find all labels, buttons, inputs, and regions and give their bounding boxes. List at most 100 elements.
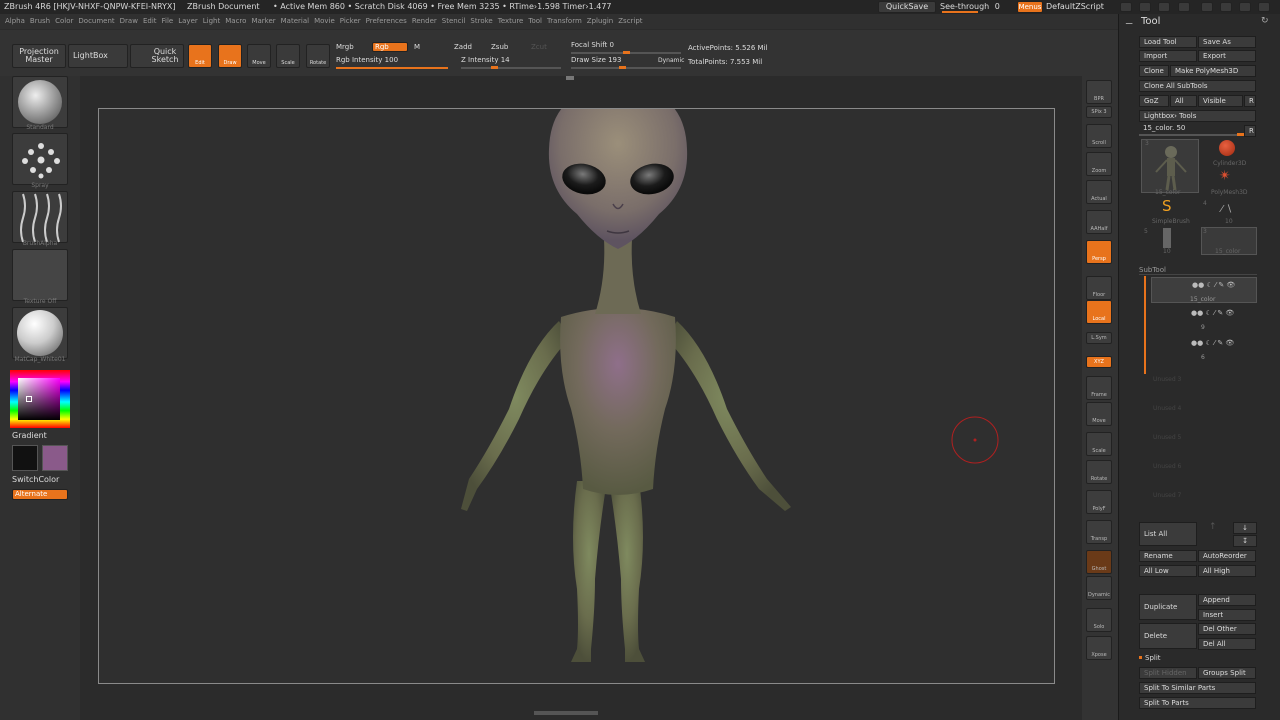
maximize-icon[interactable] — [1239, 2, 1251, 12]
shelf-solo[interactable]: Solo — [1086, 608, 1112, 632]
menu-layer[interactable]: Layer — [178, 17, 198, 25]
projection-master-button[interactable]: Projection Master — [12, 44, 66, 68]
shelf-aahalf[interactable]: AAHalf — [1086, 210, 1112, 234]
restore-icon[interactable] — [1220, 2, 1232, 12]
main-color-swatch[interactable] — [12, 445, 38, 471]
secondary-color-swatch[interactable] — [42, 445, 68, 471]
shelf-move[interactable]: Move — [1086, 402, 1112, 426]
subtool-1-toggles-icon[interactable]: ●● ☾ ⁄ ✎ 👁 — [1192, 281, 1235, 289]
shelf-xyz[interactable]: XYZ — [1086, 356, 1112, 368]
shelf-scroll[interactable]: Scroll — [1086, 124, 1112, 148]
import-button[interactable]: Import — [1139, 50, 1197, 62]
texture-thumb[interactable] — [12, 249, 68, 301]
simplebrush-icon[interactable]: S — [1162, 199, 1172, 214]
all-button[interactable]: All — [1170, 95, 1197, 107]
edit-button[interactable]: Edit — [188, 44, 212, 68]
zsub-button[interactable]: Zsub — [491, 43, 508, 51]
shelf-dynamic[interactable]: Dynamic — [1086, 576, 1112, 600]
move-button[interactable]: Move — [247, 44, 271, 68]
color-picker[interactable] — [10, 370, 70, 428]
document-canvas[interactable] — [98, 87, 1056, 685]
append-button[interactable]: Append — [1198, 594, 1256, 606]
split-hidden-button[interactable]: Split Hidden — [1139, 667, 1197, 679]
arrow-up-icon[interactable]: ↑ — [1209, 522, 1217, 532]
menu-marker[interactable]: Marker — [251, 17, 275, 25]
focal-shift-slider[interactable] — [571, 51, 681, 54]
load-tool-button[interactable]: Load Tool — [1139, 36, 1197, 48]
subtool-scrollbar[interactable] — [1144, 276, 1146, 374]
menu-brush[interactable]: Brush — [30, 17, 50, 25]
ui-color-icon[interactable] — [1158, 2, 1170, 12]
rgb-intensity-slider[interactable] — [336, 67, 448, 69]
refresh-icon[interactable]: ↻ — [1261, 16, 1269, 26]
brush-thumb[interactable] — [12, 76, 68, 128]
menu-transform[interactable]: Transform — [547, 17, 582, 25]
layout-icon[interactable] — [1139, 2, 1151, 12]
z-intensity-slider[interactable] — [461, 66, 561, 69]
menu-zplugin[interactable]: Zplugin — [587, 17, 613, 25]
list-all-button[interactable]: List All — [1139, 522, 1197, 546]
m-button[interactable]: M — [414, 43, 420, 51]
alpha-thumb[interactable] — [12, 191, 68, 243]
menu-edit[interactable]: Edit — [143, 17, 157, 25]
subtool-3-toggles-icon[interactable]: ●● ☾ ⁄ ✎ 👁 — [1191, 339, 1234, 347]
menu-zscript[interactable]: Zscript — [618, 17, 642, 25]
subtool-item-1[interactable]: ●● ☾ ⁄ ✎ 👁 15_color — [1151, 277, 1257, 303]
menu-preferences[interactable]: Preferences — [366, 17, 407, 25]
quick-sketch-button[interactable]: Quick Sketch — [130, 44, 184, 68]
shelf-transp[interactable]: Transp — [1086, 520, 1112, 544]
delete-button[interactable]: Delete — [1139, 623, 1197, 649]
save-as-button[interactable]: Save As — [1198, 36, 1256, 48]
arrow-down-end-icon[interactable]: ↧ — [1233, 535, 1257, 547]
viewport-bottom-handle[interactable] — [534, 711, 598, 715]
all-low-button[interactable]: All Low — [1139, 565, 1197, 577]
lightbox-button[interactable]: LightBox — [68, 44, 128, 68]
r-button-2[interactable]: R — [1244, 125, 1256, 137]
shelf-actual[interactable]: Actual — [1086, 180, 1112, 204]
menu-file[interactable]: File — [162, 17, 174, 25]
shelf-rotate[interactable]: Rotate — [1086, 460, 1112, 484]
visible-button[interactable]: Visible — [1198, 95, 1243, 107]
split-to-parts-button[interactable]: Split To Parts — [1139, 697, 1256, 709]
menu-document[interactable]: Document — [78, 17, 114, 25]
autoreorder-button[interactable]: AutoReorder — [1198, 550, 1256, 562]
lightbox-tools-button[interactable]: Lightbox› Tools — [1139, 110, 1256, 122]
shelf-zoom[interactable]: Zoom — [1086, 152, 1112, 176]
arrow-down-icon[interactable]: ↓ — [1233, 522, 1257, 534]
dynamic-toggle[interactable]: Dynamic — [658, 57, 684, 64]
r-button[interactable]: R — [1244, 95, 1256, 107]
rotate-button[interactable]: Rotate — [306, 44, 330, 68]
menu-alpha[interactable]: Alpha — [5, 17, 25, 25]
goz-button[interactable]: GoZ — [1139, 95, 1169, 107]
duplicate-button[interactable]: Duplicate — [1139, 594, 1197, 620]
gradient-label[interactable]: Gradient — [12, 431, 47, 440]
viewport-top-handle[interactable] — [566, 76, 574, 80]
clone-all-subtools-button[interactable]: Clone All SubTools — [1139, 80, 1256, 92]
menus-toggle[interactable]: Menus — [1017, 1, 1043, 13]
minimize-icon[interactable] — [1201, 2, 1213, 12]
menu-tool[interactable]: Tool — [528, 17, 542, 25]
legs-thumb-icon[interactable] — [1163, 228, 1171, 248]
menu-stencil[interactable]: Stencil — [442, 17, 466, 25]
menu-picker[interactable]: Picker — [340, 17, 361, 25]
mrgb-button[interactable]: Mrgb — [336, 43, 354, 51]
polymesh3d-icon[interactable]: ✴ — [1219, 169, 1231, 183]
alternate-button[interactable]: Alternate — [12, 489, 68, 500]
del-other-button[interactable]: Del Other — [1198, 623, 1256, 635]
color-picker-cursor[interactable] — [26, 396, 32, 402]
alien-model[interactable] — [99, 87, 1056, 685]
rgb-button[interactable]: Rgb — [372, 42, 408, 52]
cylinder3d-icon[interactable] — [1219, 140, 1235, 156]
pin-icon[interactable]: ⚊ — [1125, 17, 1133, 27]
menu-stroke[interactable]: Stroke — [470, 17, 492, 25]
material-thumb[interactable] — [12, 307, 68, 359]
scale-button[interactable]: Scale — [276, 44, 300, 68]
menu-draw[interactable]: Draw — [120, 17, 138, 25]
shelf-frame[interactable]: Frame — [1086, 376, 1112, 400]
color-picker-square[interactable] — [18, 378, 60, 420]
stroke-thumb[interactable] — [12, 133, 68, 185]
menu-macro[interactable]: Macro — [225, 17, 246, 25]
all-high-button[interactable]: All High — [1198, 565, 1256, 577]
stroke-line-icon[interactable]: ⁄ ∖ — [1221, 204, 1232, 215]
shelf-floor[interactable]: Floor — [1086, 276, 1112, 300]
